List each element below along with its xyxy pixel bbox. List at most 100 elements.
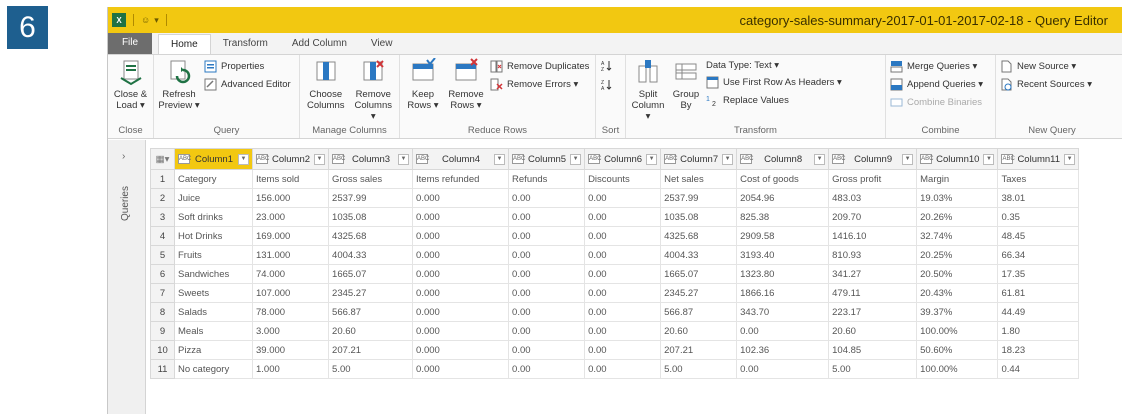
table-cell[interactable]: 0.00 xyxy=(508,245,586,265)
table-cell[interactable]: 20.60 xyxy=(660,321,738,341)
sort-descending-button[interactable]: ZA xyxy=(600,78,621,91)
table-cell[interactable]: 5.00 xyxy=(828,359,918,379)
table-cell[interactable]: 0.000 xyxy=(412,302,510,322)
table-cell[interactable]: 0.00 xyxy=(584,283,662,303)
table-cell[interactable]: 566.87 xyxy=(660,302,738,322)
column-header[interactable]: ABC Column8 ▼ xyxy=(736,148,830,170)
table-cell[interactable]: 3.000 xyxy=(251,321,330,341)
table-cell[interactable]: Soft drinks xyxy=(174,207,253,227)
row-number[interactable]: 4 xyxy=(150,226,175,246)
table-cell[interactable]: Items sold xyxy=(251,169,330,189)
table-cell[interactable]: 0.00 xyxy=(584,207,662,227)
table-cell[interactable]: Hot Drinks xyxy=(174,226,253,246)
table-cell[interactable]: 169.000 xyxy=(251,226,330,246)
use-first-row-button[interactable]: Use First Row As Headers ▾ xyxy=(706,76,842,89)
table-cell[interactable]: 78.000 xyxy=(251,302,330,322)
new-source-button[interactable]: New Source ▾ xyxy=(1000,60,1092,73)
table-cell[interactable]: 0.00 xyxy=(584,188,662,208)
tab-view[interactable]: View xyxy=(359,34,405,54)
table-cell[interactable]: 0.00 xyxy=(584,340,662,360)
table-cell[interactable]: 20.25% xyxy=(916,245,999,265)
table-cell[interactable]: 107.000 xyxy=(251,283,330,303)
table-cell[interactable]: 20.43% xyxy=(916,283,999,303)
table-cell[interactable]: Category xyxy=(174,169,253,189)
column-filter-dropdown-icon[interactable]: ▼ xyxy=(238,153,249,165)
column-type-icon[interactable]: ABC xyxy=(740,154,753,164)
table-cell[interactable]: 20.26% xyxy=(916,207,999,227)
table-cell[interactable]: 0.00 xyxy=(736,321,830,341)
data-type-dropdown[interactable]: Data Type: Text ▾ xyxy=(706,60,842,71)
table-cell[interactable]: Fruits xyxy=(174,245,253,265)
tab-add-column[interactable]: Add Column xyxy=(280,34,359,54)
table-cell[interactable]: No category xyxy=(174,359,253,379)
row-number[interactable]: 6 xyxy=(150,264,175,284)
append-queries-button[interactable]: Append Queries ▾ xyxy=(890,78,983,91)
table-cell[interactable]: Taxes xyxy=(997,169,1080,189)
column-type-icon[interactable]: ABC xyxy=(256,154,269,164)
column-type-icon[interactable]: ABC xyxy=(664,154,677,164)
table-cell[interactable]: 17.35 xyxy=(997,264,1080,284)
table-cell[interactable]: 223.17 xyxy=(828,302,918,322)
column-type-icon[interactable]: ABC xyxy=(416,154,429,164)
table-cell[interactable]: 0.00 xyxy=(508,302,586,322)
table-cell[interactable]: 209.70 xyxy=(828,207,918,227)
column-type-icon[interactable]: ABC xyxy=(178,154,191,164)
table-cell[interactable]: 1035.08 xyxy=(328,207,414,227)
table-cell[interactable]: 20.60 xyxy=(828,321,918,341)
table-cell[interactable]: 0.35 xyxy=(997,207,1080,227)
table-cell[interactable]: 0.000 xyxy=(412,245,510,265)
table-cell[interactable]: 1323.80 xyxy=(736,264,830,284)
table-cell[interactable]: Juice xyxy=(174,188,253,208)
table-cell[interactable]: 341.27 xyxy=(828,264,918,284)
column-filter-dropdown-icon[interactable]: ▼ xyxy=(983,153,995,165)
table-cell[interactable]: 4004.33 xyxy=(328,245,414,265)
table-cell[interactable]: 48.45 xyxy=(997,226,1080,246)
table-cell[interactable]: 100.00% xyxy=(916,359,999,379)
recent-sources-button[interactable]: Recent Sources ▾ xyxy=(1000,78,1092,91)
column-filter-dropdown-icon[interactable]: ▼ xyxy=(646,153,658,165)
table-cell[interactable]: 0.000 xyxy=(412,340,510,360)
table-cell[interactable]: 566.87 xyxy=(328,302,414,322)
table-cell[interactable]: 0.00 xyxy=(508,207,586,227)
table-cell[interactable]: 0.00 xyxy=(508,321,586,341)
column-filter-dropdown-icon[interactable]: ▼ xyxy=(398,153,410,165)
column-header[interactable]: ABC Column5 ▼ xyxy=(508,148,586,170)
table-cell[interactable]: 39.37% xyxy=(916,302,999,322)
queries-pane[interactable]: › Queries xyxy=(108,140,146,414)
table-cell[interactable]: Salads xyxy=(174,302,253,322)
column-type-icon[interactable]: ABC xyxy=(588,154,601,164)
table-cell[interactable]: 20.50% xyxy=(916,264,999,284)
column-header[interactable]: ABC Column7 ▼ xyxy=(660,148,738,170)
table-cell[interactable]: 207.21 xyxy=(660,340,738,360)
table-cell[interactable]: 0.00 xyxy=(584,321,662,341)
table-cell[interactable]: 0.00 xyxy=(508,264,586,284)
table-cell[interactable]: 2345.27 xyxy=(660,283,738,303)
table-cell[interactable]: 104.85 xyxy=(828,340,918,360)
table-cell[interactable]: 0.000 xyxy=(412,207,510,227)
table-cell[interactable]: 483.03 xyxy=(828,188,918,208)
row-number[interactable]: 10 xyxy=(150,340,175,360)
table-cell[interactable]: 2537.99 xyxy=(328,188,414,208)
column-header[interactable]: ABC Column10 ▼ xyxy=(916,148,999,170)
table-cell[interactable]: 39.000 xyxy=(251,340,330,360)
table-cell[interactable]: Net sales xyxy=(660,169,738,189)
table-cell[interactable]: 479.11 xyxy=(828,283,918,303)
table-cell[interactable]: Items refunded xyxy=(412,169,510,189)
row-number[interactable]: 11 xyxy=(150,359,175,379)
table-cell[interactable]: 343.70 xyxy=(736,302,830,322)
table-cell[interactable]: 0.00 xyxy=(584,264,662,284)
table-cell[interactable]: 61.81 xyxy=(997,283,1080,303)
table-cell[interactable]: 1.80 xyxy=(997,321,1080,341)
column-header[interactable]: ABC Column1 ▼ xyxy=(174,148,253,170)
table-cell[interactable]: 0.00 xyxy=(508,283,586,303)
table-cell[interactable]: Gross sales xyxy=(328,169,414,189)
column-type-icon[interactable]: ABC xyxy=(920,154,933,164)
table-cell[interactable]: 19.03% xyxy=(916,188,999,208)
table-cell[interactable]: 5.00 xyxy=(328,359,414,379)
column-type-icon[interactable]: ABC xyxy=(832,154,845,164)
table-cell[interactable]: 4004.33 xyxy=(660,245,738,265)
tab-transform[interactable]: Transform xyxy=(211,34,280,54)
table-cell[interactable]: 1035.08 xyxy=(660,207,738,227)
column-header[interactable]: ABC Column2 ▼ xyxy=(251,148,330,170)
table-cell[interactable]: 44.49 xyxy=(997,302,1080,322)
